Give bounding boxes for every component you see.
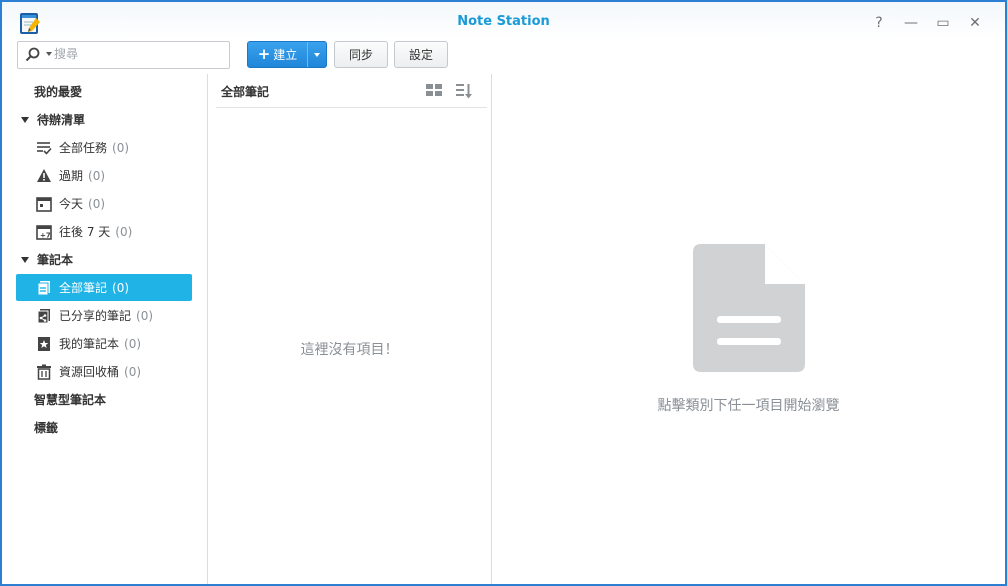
note-list-header: 全部筆記 [216, 74, 487, 108]
chevron-down-icon [314, 52, 320, 57]
sort-icon[interactable] [456, 83, 472, 99]
svg-text:+7: +7 [40, 231, 51, 239]
calendar-today-icon [36, 196, 52, 212]
sidebar-item-today[interactable]: 今天 (0) [16, 190, 192, 217]
search-input[interactable] [54, 45, 222, 63]
sidebar-item-tags[interactable]: 標籤 [16, 414, 192, 441]
title-bar: Note Station ? — ▭ ✕ [2, 2, 1005, 40]
minimize-icon[interactable]: — [895, 13, 927, 33]
sidebar-item-label: 過期 [59, 169, 84, 183]
sidebar-item-shared-notes[interactable]: 已分享的筆記 (0) [16, 302, 192, 329]
sidebar-item-smart-notebooks[interactable]: 智慧型筆記本 [16, 386, 192, 413]
settings-button-label: 設定 [408, 48, 433, 62]
sidebar-item-label: 全部任務 [59, 141, 108, 155]
note-list-panel: 全部筆記 這裡沒有項目！ [208, 74, 492, 584]
sidebar-group-label: 筆記本 [37, 253, 74, 267]
sidebar-item-label: 標籤 [34, 421, 59, 435]
plus-icon: + [257, 45, 271, 63]
shared-notes-icon [36, 308, 52, 324]
document-icon [693, 244, 805, 372]
sidebar-item-all-notes[interactable]: 全部筆記 (0) [16, 274, 192, 301]
search-box[interactable] [17, 41, 230, 69]
grid-view-icon[interactable] [426, 83, 442, 97]
empty-list-message: 這裡沒有項目！ [300, 342, 399, 358]
close-icon[interactable]: ✕ [959, 13, 991, 33]
sidebar-item-all-tasks[interactable]: 全部任務 (0) [16, 134, 192, 161]
sidebar-item-favorites[interactable]: 我的最愛 [16, 78, 192, 105]
notes-icon [36, 280, 52, 296]
sidebar-item-label: 我的筆記本 [59, 337, 120, 351]
expand-triangle-icon[interactable] [21, 256, 29, 263]
item-count: (0) [88, 196, 106, 211]
sidebar-item-trash[interactable]: 資源回收桶 (0) [16, 358, 192, 385]
preview-hint: 點擊類別下任一項目開始瀏覽 [657, 398, 840, 414]
sync-button[interactable]: 同步 [334, 41, 388, 68]
window-title: Note Station [457, 14, 550, 29]
item-count: (0) [112, 280, 130, 295]
sidebar-item-label: 智慧型筆記本 [34, 393, 107, 407]
sidebar-group-todo[interactable]: 待辦清單 [16, 106, 192, 133]
search-filter-caret-icon[interactable] [46, 52, 52, 56]
notebook-star-icon [36, 336, 52, 352]
item-count: (0) [124, 336, 142, 351]
settings-button[interactable]: 設定 [394, 41, 448, 68]
checklist-icon [36, 140, 52, 156]
expand-triangle-icon[interactable] [21, 116, 29, 123]
sidebar-item-label: 往後 7 天 [59, 225, 111, 239]
sidebar-item-next-7-days[interactable]: +7 往後 7 天 (0) [16, 218, 192, 245]
search-icon[interactable] [25, 47, 41, 63]
sidebar-item-label: 資源回收桶 [59, 365, 120, 379]
maximize-icon[interactable]: ▭ [927, 13, 959, 33]
sidebar-item-label: 已分享的筆記 [59, 309, 132, 323]
item-count: (0) [124, 364, 142, 379]
warning-icon [36, 168, 52, 184]
create-dropdown-button[interactable] [307, 42, 326, 67]
create-button-group: + 建立 [247, 41, 327, 68]
create-button[interactable]: + 建立 [248, 42, 307, 67]
window-controls: ? — ▭ ✕ [863, 13, 991, 33]
help-icon[interactable]: ? [863, 13, 895, 33]
sidebar-item-overdue[interactable]: 過期 (0) [16, 162, 192, 189]
item-count: (0) [112, 140, 130, 155]
create-button-label: 建立 [273, 48, 298, 62]
item-count: (0) [136, 308, 154, 323]
toolbar: + 建立 同步 設定 [2, 40, 1005, 74]
sync-button-label: 同步 [348, 48, 373, 62]
sidebar-item-label: 今天 [59, 197, 84, 211]
sidebar-group-notebooks[interactable]: 筆記本 [16, 246, 192, 273]
sidebar-item-label: 我的最愛 [34, 85, 83, 99]
sidebar: 我的最愛 待辦清單 全部任務 (0) 過期 (0) 今天 (0) +7 往後 7… [2, 74, 208, 584]
app-window: Note Station ? — ▭ ✕ + 建立 同 [0, 0, 1007, 586]
trash-icon [36, 364, 52, 380]
calendar-week-icon: +7 [36, 224, 52, 240]
preview-panel: 點擊類別下任一項目開始瀏覽 [492, 74, 1005, 584]
item-count: (0) [88, 168, 106, 183]
item-count: (0) [115, 224, 133, 239]
note-list-title: 全部筆記 [221, 85, 270, 99]
sidebar-item-label: 全部筆記 [59, 281, 108, 295]
sidebar-item-my-notebooks[interactable]: 我的筆記本 (0) [16, 330, 192, 357]
sidebar-group-label: 待辦清單 [37, 113, 86, 127]
